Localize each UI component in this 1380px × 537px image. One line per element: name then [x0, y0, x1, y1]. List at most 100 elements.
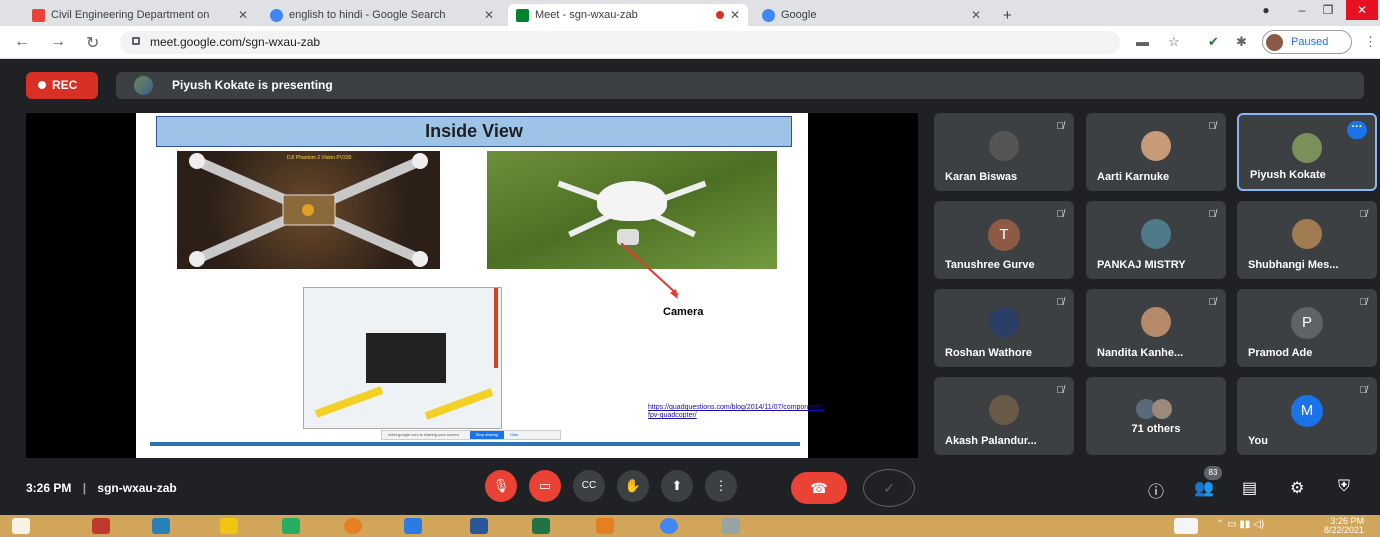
- avatar: [1141, 307, 1171, 337]
- close-tab-icon[interactable]: ✕: [484, 8, 494, 22]
- tab-google[interactable]: Google ✕: [754, 4, 989, 26]
- avatar-letter: P: [1291, 307, 1323, 339]
- participant-tile[interactable]: 🎙̸ Karan Biswas: [934, 113, 1074, 191]
- end-call-button[interactable]: ☎: [791, 472, 847, 504]
- avatar: [1152, 399, 1172, 419]
- app-icon[interactable]: [152, 518, 170, 534]
- source-link[interactable]: https://quadquestions.com/blog/2014/11/0…: [648, 404, 824, 420]
- camera-icon[interactable]: ▬: [1136, 34, 1149, 49]
- info-icon[interactable]: ⓘ: [1148, 478, 1164, 502]
- url-text: meet.google.com/sgn-wxau-zab: [150, 35, 321, 49]
- new-tab-button[interactable]: +: [995, 4, 1019, 26]
- vscode-icon[interactable]: [404, 518, 422, 534]
- paint-icon[interactable]: [722, 518, 740, 534]
- menu-icon[interactable]: ⋮: [1364, 34, 1377, 50]
- chat-icon[interactable]: ▤: [1242, 478, 1257, 498]
- mic-toggle-button[interactable]: 🎙: [485, 470, 517, 502]
- more-options-button[interactable]: ⋮: [705, 470, 737, 502]
- participant-tile[interactable]: 🎙̸ Akash Palandur...: [934, 377, 1074, 455]
- divider: |: [82, 481, 87, 495]
- activities-icon[interactable]: ⚙: [1290, 478, 1304, 498]
- people-count-badge: 83: [1204, 466, 1222, 480]
- confirm-icon[interactable]: ✓: [863, 469, 915, 507]
- close-window-icon[interactable]: ✕: [1346, 0, 1378, 20]
- tab-gmail[interactable]: Civil Engineering Department on ✕: [24, 4, 256, 26]
- close-tab-icon[interactable]: ✕: [730, 8, 740, 22]
- reload-icon[interactable]: ↻: [86, 33, 99, 53]
- maximize-icon[interactable]: ❐: [1312, 0, 1344, 20]
- close-tab-icon[interactable]: ✕: [238, 8, 248, 22]
- recording-indicator: REC: [26, 72, 98, 99]
- profile-paused-button[interactable]: Paused: [1262, 30, 1352, 54]
- avatar: [1266, 34, 1283, 51]
- excel-icon[interactable]: [532, 518, 550, 534]
- file-explorer-icon[interactable]: [220, 518, 238, 534]
- sharing-notice: meet.google.com is sharing your screen S…: [381, 430, 561, 440]
- mic-off-icon: 🎙̸: [1056, 209, 1065, 220]
- tab-meet[interactable]: Meet - sgn-wxau-zab ✕: [508, 4, 748, 26]
- tray-icons[interactable]: ⌃ ▭ ▮▮ ◁): [1216, 519, 1264, 530]
- camera-label: Camera: [663, 306, 704, 318]
- app-icon[interactable]: [92, 518, 110, 534]
- mic-off-icon: 🎙̸: [1208, 209, 1217, 220]
- browser-tab-strip: Civil Engineering Department on ✕ englis…: [0, 0, 1380, 26]
- participant-tile[interactable]: 🎙̸ Shubhangi Mes...: [1237, 201, 1377, 279]
- participant-name: You: [1248, 435, 1268, 447]
- tab-google-search[interactable]: english to hindi - Google Search ✕: [262, 4, 502, 26]
- avatar: [1141, 131, 1171, 161]
- presenting-banner: Piyush Kokate is presenting: [116, 72, 1364, 99]
- vlc-icon[interactable]: [596, 518, 614, 534]
- rec-label: REC: [52, 78, 78, 92]
- app-icon[interactable]: [282, 518, 300, 534]
- chrome-icon[interactable]: [660, 518, 678, 534]
- meeting-info: 3:26 PM | sgn-wxau-zab: [26, 481, 177, 495]
- forward-icon[interactable]: →: [50, 33, 66, 51]
- star-icon[interactable]: ☆: [1168, 34, 1180, 50]
- word-icon[interactable]: [470, 518, 488, 534]
- participant-tile[interactable]: 🎙̸ T Tanushree Gurve: [934, 201, 1074, 279]
- participant-tile[interactable]: 🎙̸ PANKAJ MISTRY: [1086, 201, 1226, 279]
- participant-name: Aarti Karnuke: [1097, 171, 1170, 183]
- more-options-icon[interactable]: ···: [1347, 121, 1367, 139]
- drone-body: [597, 181, 667, 221]
- present-button[interactable]: ⬆: [661, 470, 693, 502]
- people-icon[interactable]: 👥: [1194, 478, 1214, 498]
- avatar: [1141, 219, 1171, 249]
- participant-tile[interactable]: 🎙̸ Aarti Karnuke: [1086, 113, 1226, 191]
- camera-toggle-button[interactable]: ▭: [529, 470, 561, 502]
- participant-name: Tanushree Gurve: [945, 259, 1035, 271]
- participant-tile-pinned[interactable]: ··· Piyush Kokate: [1237, 113, 1377, 191]
- captions-button[interactable]: CC: [573, 470, 605, 502]
- mic-off-icon: 🎙̸: [1056, 385, 1065, 396]
- close-tab-icon[interactable]: ✕: [971, 8, 981, 22]
- avatar: [989, 307, 1019, 337]
- participant-tile[interactable]: 🎙̸ Roshan Wathore: [934, 289, 1074, 367]
- system-clock[interactable]: 3:26 PM 8/22/2021: [1324, 517, 1364, 535]
- avatar: [1292, 133, 1322, 163]
- participant-name: Roshan Wathore: [945, 347, 1032, 359]
- tab-title: Google: [781, 9, 817, 21]
- others-tile[interactable]: 71 others: [1086, 377, 1226, 455]
- mic-off-icon: 🎙̸: [1208, 121, 1217, 132]
- hide-button[interactable]: Hide: [510, 431, 518, 439]
- participant-name: Nandita Kanhe...: [1097, 347, 1184, 359]
- meet-icon: [516, 8, 529, 22]
- participant-tile[interactable]: 🎙̸ Nandita Kanhe...: [1086, 289, 1226, 367]
- firefox-icon[interactable]: [344, 518, 362, 534]
- propeller: [424, 388, 494, 420]
- back-icon[interactable]: ←: [14, 33, 30, 51]
- start-icon[interactable]: [12, 518, 30, 534]
- participant-tile[interactable]: 🎙̸ P Pramod Ade: [1237, 289, 1377, 367]
- security-icon[interactable]: ⛨: [1338, 478, 1350, 496]
- profile-dot-icon[interactable]: ●: [1250, 0, 1282, 20]
- mic-off-icon: 🎙̸: [1359, 385, 1368, 396]
- extensions-icon[interactable]: ✱: [1236, 34, 1247, 50]
- check-extension-icon[interactable]: ✔: [1208, 34, 1219, 50]
- keyboard-icon[interactable]: [1174, 518, 1198, 534]
- stop-sharing-button[interactable]: Stop sharing: [470, 431, 504, 439]
- avatar-letter: T: [988, 219, 1020, 251]
- address-bar[interactable]: meet.google.com/sgn-wxau-zab: [120, 31, 1120, 54]
- meeting-time: 3:26 PM: [26, 481, 72, 495]
- raise-hand-button[interactable]: ✋: [617, 470, 649, 502]
- self-tile[interactable]: 🎙̸ M You: [1237, 377, 1377, 455]
